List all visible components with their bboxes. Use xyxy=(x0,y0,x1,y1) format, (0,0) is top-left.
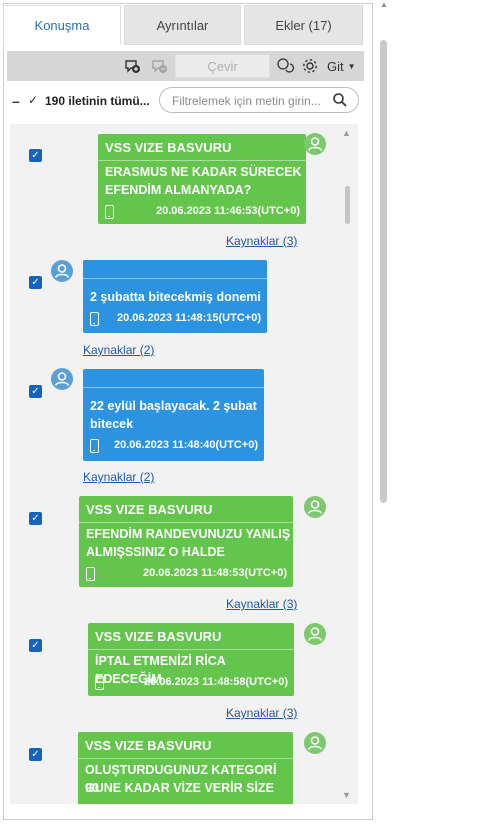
message-timestamp: 20.06.2023 11:46:53(UTC+0) xyxy=(155,205,300,217)
outer-scrollbar[interactable] xyxy=(380,40,387,503)
message-text-line: GUNE KADAR VİZE VERİR SİZE xyxy=(85,781,274,795)
tab-bar: Konuşma Ayrıntılar Ekler (17) xyxy=(3,5,363,45)
bubble-divider xyxy=(78,758,293,759)
avatar xyxy=(304,732,326,754)
message-text-line: EFENDİM RANDEVUNUZU YANLIŞ xyxy=(86,527,291,541)
message-timestamp: 20.06.2023 11:48:58(UTC+0) xyxy=(143,676,288,688)
message-footer: 20.06.2023 11:46:53(UTC+0) xyxy=(105,204,300,222)
add-contact-icon[interactable] xyxy=(122,56,142,76)
message-bubble[interactable]: VSS VIZE BASVURU EFENDİM RANDEVUNUZU YAN… xyxy=(79,496,293,587)
message-checkbox[interactable]: ✓ xyxy=(29,512,42,525)
message-bubble[interactable]: VSS VIZE BASVURU İPTAL ETMENİZİ RİCA EDE… xyxy=(88,623,294,696)
message-timestamp: 20.06.2023 11:48:53(UTC+0) xyxy=(142,567,287,579)
filter-input[interactable] xyxy=(172,92,332,110)
scroll-up-arrow-icon[interactable]: ▲ xyxy=(342,128,351,138)
message-timestamp: 20.06.2023 11:48:15(UTC+0) xyxy=(116,312,261,324)
avatar xyxy=(304,496,326,518)
outer-scroll-up-arrow-icon[interactable]: ▲ xyxy=(380,0,388,9)
message-timestamp: 20.06.2023 11:48:40(UTC+0) xyxy=(113,439,258,451)
avatar xyxy=(51,368,73,390)
avatar xyxy=(304,133,326,155)
user-icon xyxy=(52,261,72,281)
sender-name: VSS VIZE BASVURU xyxy=(85,738,212,753)
message-text-line: EFENDİM ALMANYADA? xyxy=(105,183,252,197)
sources-link[interactable]: Kaynaklar (3) xyxy=(226,234,297,248)
bubble-divider xyxy=(98,160,306,161)
message-bubble[interactable]: VSS VIZE BASVURU ERASMUS NE KADAR SÜRECE… xyxy=(98,134,306,224)
gear-icon[interactable] xyxy=(300,56,320,76)
user-icon xyxy=(305,134,325,154)
bubble-divider xyxy=(83,278,267,279)
message-text-line: 2 şubatta bitecekmiş donemi xyxy=(90,290,261,304)
message-checkbox[interactable]: ✓ xyxy=(29,639,42,652)
message-bubble[interactable]: 2 şubatta bitecekmiş donemi 20.06.2023 1… xyxy=(83,260,267,333)
message-footer: 20.06.2023 11:48:15(UTC+0) xyxy=(90,311,261,329)
sources-link[interactable]: Kaynaklar (2) xyxy=(83,470,154,484)
message-bubble[interactable]: VSS VIZE BASVURU OLUŞTURDUGUNUZ KATEGORİ… xyxy=(78,732,293,804)
bubble-divider xyxy=(83,387,264,388)
message-footer: 20.06.2023 11:48:40(UTC+0) xyxy=(90,438,258,456)
phone-icon xyxy=(95,676,104,690)
sources-link[interactable]: Kaynaklar (2) xyxy=(83,343,154,357)
phone-icon xyxy=(90,312,99,326)
message-footer: 20.06.2023 11:48:53(UTC+0) xyxy=(86,566,287,584)
avatar xyxy=(51,260,73,282)
phone-icon xyxy=(86,567,95,581)
phone-icon xyxy=(105,205,114,219)
search-icon[interactable] xyxy=(332,92,348,108)
tab-conversation[interactable]: Konuşma xyxy=(3,5,121,45)
bubble-divider xyxy=(79,522,293,523)
select-all-check-icon[interactable]: ✓ xyxy=(28,93,38,107)
chat-bubbles-icon[interactable] xyxy=(275,56,295,76)
message-bubble[interactable]: 22 eylül başlayacak. 2 şubat bitecek 20.… xyxy=(83,369,264,461)
sender-name: VSS VIZE BASVURU xyxy=(86,502,213,517)
translate-button[interactable]: Çevir xyxy=(175,54,270,78)
message-text-line: bitecek xyxy=(90,417,134,431)
message-checkbox[interactable]: ✓ xyxy=(29,149,42,162)
collapse-button[interactable]: – xyxy=(12,93,20,109)
user-icon xyxy=(305,624,325,644)
toolbar: Çevir Git ▼ xyxy=(7,51,364,81)
user-icon xyxy=(305,733,325,753)
go-button[interactable]: Git ▼ xyxy=(327,56,361,76)
user-icon xyxy=(52,369,72,389)
message-checkbox[interactable]: ✓ xyxy=(29,748,42,761)
message-text-line: 22 eylül başlayacak. 2 şubat xyxy=(90,399,257,413)
filter-row: – ✓ 190 iletinin tümü... xyxy=(7,86,364,116)
go-label: Git xyxy=(327,58,344,74)
message-count-dropdown[interactable]: 190 iletinin tümü... xyxy=(45,94,150,108)
message-checkbox[interactable]: ✓ xyxy=(29,276,42,289)
scroll-down-arrow-icon[interactable]: ▼ xyxy=(342,790,351,800)
message-list[interactable]: ▲ ▼ ✓ VSS VIZE BASVURU ERASMUS NE KADAR … xyxy=(10,124,358,804)
message-text-line: ERASMUS NE KADAR SÜRECEK xyxy=(105,165,302,179)
tab-details[interactable]: Ayrıntılar xyxy=(124,5,241,45)
chevron-down-icon: ▼ xyxy=(347,61,356,71)
sources-link[interactable]: Kaynaklar (3) xyxy=(226,706,297,720)
message-footer: 20.06.2023 11:48:58(UTC+0) xyxy=(95,675,288,693)
user-icon xyxy=(305,497,325,517)
tab-attachments[interactable]: Ekler (17) xyxy=(244,5,363,45)
message-list-scrollbar[interactable] xyxy=(345,186,350,224)
phone-icon xyxy=(90,439,99,453)
message-text-line: ALMIŞSSINIZ O HALDE xyxy=(86,545,225,559)
remove-contact-icon[interactable] xyxy=(149,56,169,76)
bubble-divider xyxy=(88,649,294,650)
avatar xyxy=(304,623,326,645)
sources-link[interactable]: Kaynaklar (3) xyxy=(226,597,297,611)
message-checkbox[interactable]: ✓ xyxy=(29,385,42,398)
filter-box xyxy=(159,87,359,113)
sender-name: VSS VIZE BASVURU xyxy=(95,629,222,644)
sender-name: VSS VIZE BASVURU xyxy=(105,140,232,155)
